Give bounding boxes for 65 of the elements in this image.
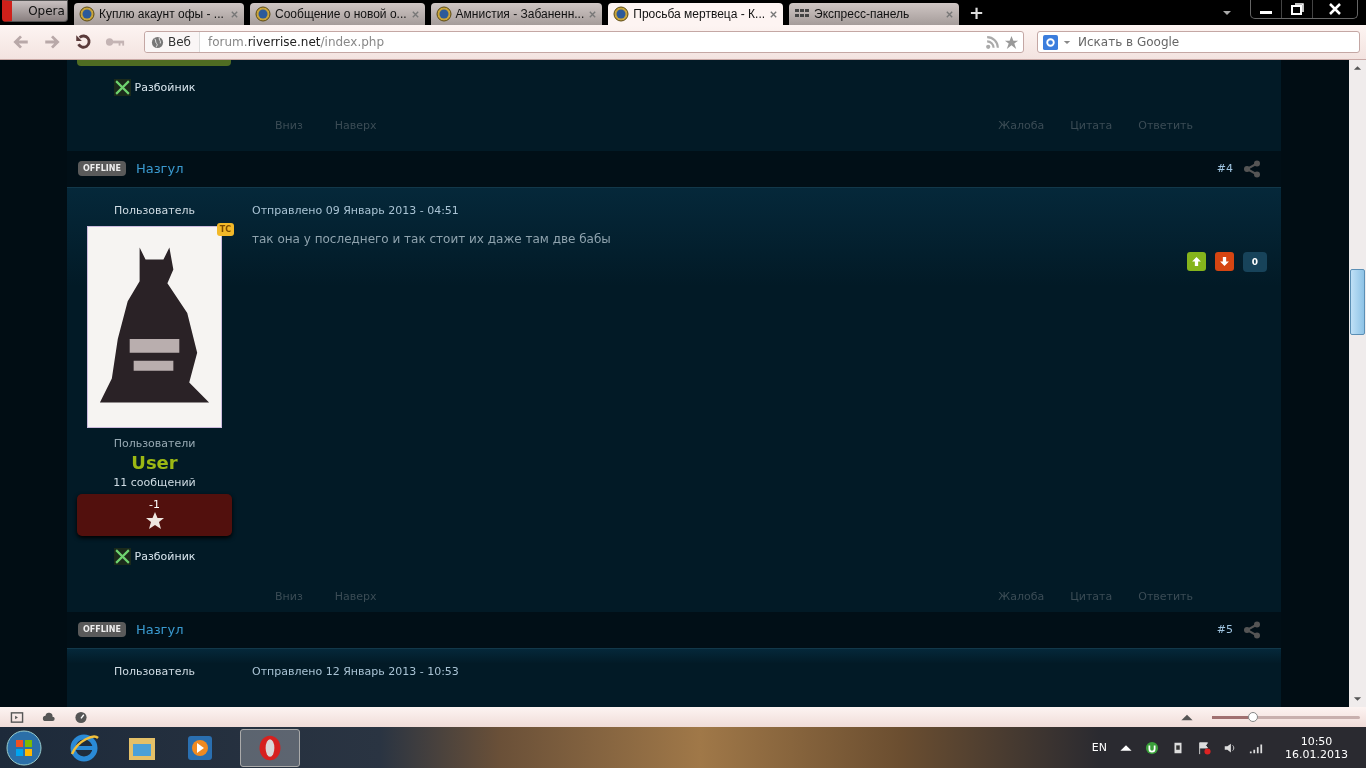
url-text: forum.riverrise.net/index.php <box>207 35 386 49</box>
clock-time[interactable]: 10:50 <box>1300 734 1333 748</box>
language-indicator[interactable]: EN <box>1091 741 1107 754</box>
group-label: User <box>131 451 178 473</box>
post-count: 11 сообщений <box>113 475 196 489</box>
share-icon[interactable] <box>1243 620 1261 639</box>
taskbar-opera-button[interactable] <box>240 728 300 767</box>
search-input[interactable]: Искать в Google <box>1076 34 1359 50</box>
daggers-icon <box>113 547 131 565</box>
browser-tab[interactable]: Куплю акаунт офы - ... <box>74 3 244 25</box>
status-badge: OFFLINE <box>78 622 126 638</box>
browser-tab[interactable]: Амнистия - Забаненн... <box>430 3 603 25</box>
site-icon <box>79 6 95 22</box>
search-bar[interactable]: Искать в Google <box>1037 31 1360 53</box>
class-name: Разбойник <box>134 549 196 563</box>
web-badge[interactable]: Веб <box>145 32 200 52</box>
arrow-up-icon <box>1190 256 1202 268</box>
scroll-thumb[interactable] <box>1350 269 1365 335</box>
class-name: Разбойник <box>134 81 196 94</box>
site-icon <box>613 6 630 22</box>
new-tab-button[interactable]: + <box>965 2 989 23</box>
arrow-down-icon <box>1218 256 1230 268</box>
post-number-link[interactable]: #5 <box>1216 623 1233 637</box>
star-icon[interactable] <box>1004 34 1019 50</box>
scrollbar[interactable] <box>1349 60 1366 707</box>
window-controls[interactable] <box>1250 0 1358 19</box>
site-icon <box>255 6 271 22</box>
group-name: Пользователи <box>113 436 196 450</box>
author-link[interactable]: Назгул <box>135 622 184 638</box>
flag-icon[interactable] <box>1197 740 1211 755</box>
arrow-up-icon[interactable] <box>1353 64 1362 72</box>
panel-icon[interactable] <box>10 710 24 724</box>
browser-tab[interactable]: Экспресс-панель <box>789 3 960 25</box>
status-badge: OFFLINE <box>78 161 126 177</box>
caret-icon[interactable] <box>1222 9 1232 16</box>
browser-tab[interactable]: Сообщение о новой о... <box>250 3 425 25</box>
share-icon[interactable] <box>1243 159 1261 178</box>
arrow-down-icon[interactable] <box>1353 695 1362 703</box>
user-title: Пользователь <box>114 665 195 679</box>
cloud-icon[interactable] <box>42 710 56 724</box>
site-icon <box>435 6 452 22</box>
reputation-value: -1 <box>149 497 160 511</box>
vote-down-button[interactable] <box>1214 252 1234 272</box>
post-date: Отправлено 09 Январь 2013 - 04:51 <box>252 203 460 217</box>
zoom-slider[interactable] <box>1212 715 1360 719</box>
user-title: Пользователь <box>114 203 195 217</box>
torrent-icon[interactable] <box>1145 740 1159 755</box>
post-text: так она у последнего и так стоит их даже там две бабы <box>252 231 612 246</box>
opera-menu-button[interactable]: Opera <box>2 0 68 22</box>
address-field[interactable]: Веб forum.riverrise.net/index.php <box>144 31 1024 53</box>
star-icon <box>144 510 165 531</box>
vote-count: 0 <box>1242 251 1267 272</box>
globe-icon <box>151 35 164 49</box>
browser-tab[interactable]: Просьба мертвеца - К... <box>608 3 784 25</box>
search-engine-icon[interactable] <box>1043 34 1058 50</box>
post-number-link[interactable]: #4 <box>1216 162 1233 176</box>
speedometer-icon[interactable] <box>74 710 88 724</box>
start-button[interactable] <box>4 727 44 768</box>
post-date: Отправлено 12 Январь 2013 - 10:53 <box>252 665 460 679</box>
vote-up-button[interactable] <box>1186 252 1206 272</box>
reload-icon[interactable] <box>74 33 92 51</box>
clock-date[interactable]: 16.01.2013 <box>1285 747 1348 761</box>
topic-starter-badge: ТС <box>216 222 234 236</box>
author-link[interactable]: Назгул <box>135 161 184 177</box>
daggers-icon <box>113 79 131 96</box>
